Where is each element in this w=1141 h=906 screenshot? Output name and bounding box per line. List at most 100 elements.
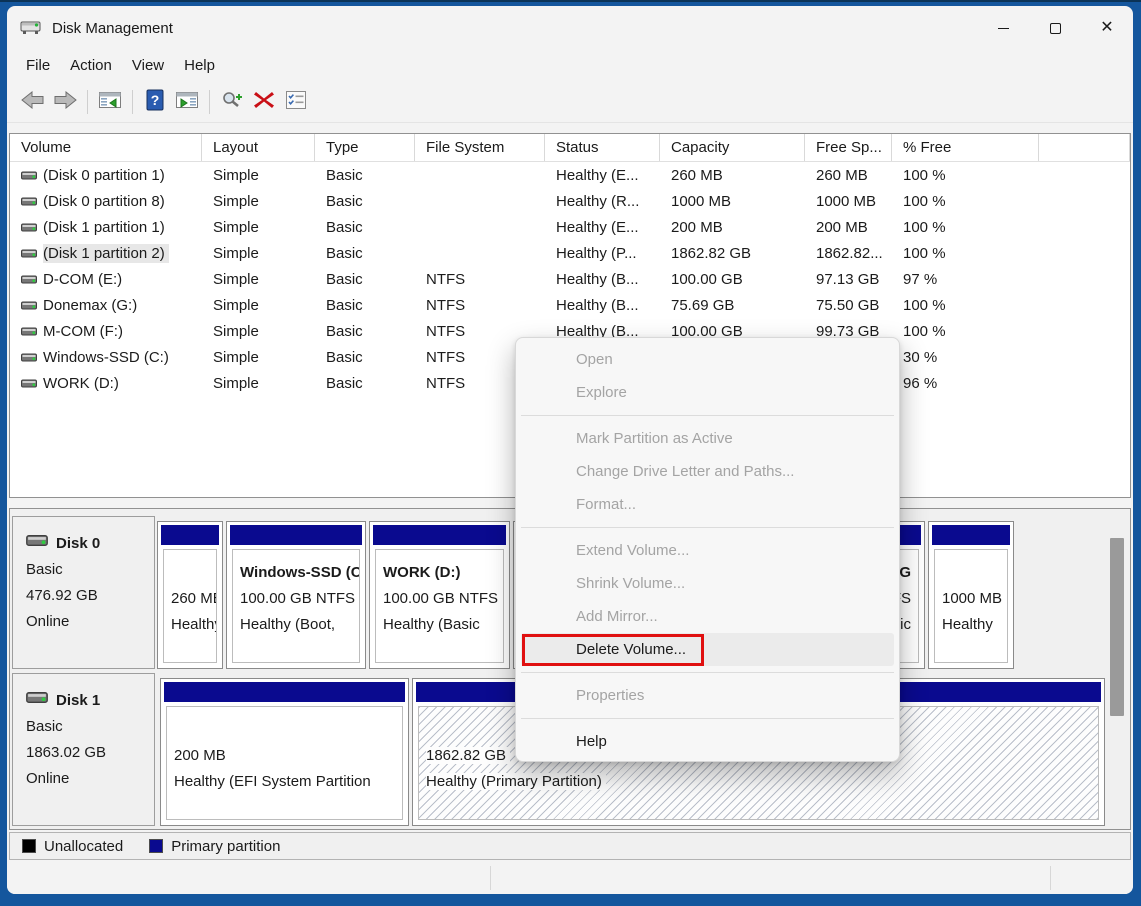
volume-cell: Healthy (R...	[545, 193, 660, 210]
volume-cell: Simple	[202, 167, 315, 184]
partition-text-line: 200 MB	[174, 743, 400, 769]
menu-action[interactable]: Action	[60, 53, 122, 78]
volume-cell: 260 MB	[660, 167, 805, 184]
maximize-button[interactable]	[1029, 6, 1081, 50]
legend-item: Unallocated	[22, 838, 123, 855]
partition-text-line: 260 MB	[171, 586, 214, 612]
volume-cell: Basic	[315, 219, 415, 236]
disk-status: Online	[26, 766, 154, 792]
back-button[interactable]	[17, 87, 49, 117]
partition[interactable]: 260 MBHealthy (	[157, 521, 223, 669]
volume-label: Windows-SSD (C:)	[43, 348, 173, 367]
menu-file[interactable]: File	[16, 53, 60, 78]
legend-item: Primary partition	[149, 838, 280, 855]
disk-icon	[26, 688, 48, 714]
volume-cell: 1862.82...	[805, 245, 892, 262]
column-header-file-system[interactable]: File System	[415, 134, 545, 161]
disk-type: Basic	[26, 557, 154, 583]
volume-cell: NTFS	[415, 297, 545, 314]
volume-row[interactable]: (Disk 0 partition 8)SimpleBasicHealthy (…	[10, 188, 1130, 214]
forward-button[interactable]	[49, 87, 81, 117]
volume-cell: 100 %	[892, 245, 1039, 262]
volume-row[interactable]: (Disk 1 partition 1)SimpleBasicHealthy (…	[10, 214, 1130, 240]
show-console-tree-button[interactable]	[94, 87, 126, 117]
menu-item-open: Open	[521, 343, 894, 376]
volume-name-cell: (Disk 0 partition 8)	[10, 192, 202, 211]
maximize-icon	[1050, 23, 1061, 34]
volume-icon	[21, 326, 37, 337]
help-button[interactable]: ?	[139, 87, 171, 117]
properties-button[interactable]	[280, 87, 312, 117]
checklist-icon	[285, 90, 307, 113]
volume-row[interactable]: (Disk 0 partition 1)SimpleBasicHealthy (…	[10, 162, 1130, 188]
volume-cell: Simple	[202, 349, 315, 366]
column-header-capacity[interactable]: Capacity	[660, 134, 805, 161]
volume-row[interactable]: Donemax (G:)SimpleBasicNTFSHealthy (B...…	[10, 292, 1130, 318]
svg-text:?: ?	[151, 92, 160, 108]
volume-cell: 96 %	[892, 375, 1039, 392]
toolbar-separator	[87, 90, 88, 114]
column-header-layout[interactable]: Layout	[202, 134, 315, 161]
column-header-free-sp-[interactable]: Free Sp...	[805, 134, 892, 161]
delete-button[interactable]	[248, 87, 280, 117]
volume-icon	[21, 170, 37, 181]
volume-name-cell: M-COM (F:)	[10, 322, 202, 341]
partition-info: WORK (D:)100.00 GB NTFSHealthy (Basic	[375, 549, 504, 663]
partition-info: Windows-SSD (C:)100.00 GB NTFSHealthy (B…	[232, 549, 360, 663]
volume-icon	[21, 352, 37, 363]
disk-header-1[interactable]: Disk 1Basic1863.02 GBOnline	[12, 673, 155, 826]
menu-item-help[interactable]: Help	[521, 725, 894, 758]
partition-text-line: Healthy (Primary Partition)	[426, 769, 1096, 795]
red-x-icon	[253, 90, 275, 113]
column-header-filler	[1039, 134, 1130, 161]
partition-color-bar	[932, 525, 1010, 545]
close-button[interactable]: ✕	[1081, 6, 1133, 50]
volume-name-cell: Donemax (G:)	[10, 296, 202, 315]
volume-cell: Simple	[202, 219, 315, 236]
disk-name: Disk 0	[56, 531, 100, 557]
show-action-pane-button[interactable]	[171, 87, 203, 117]
volume-name-cell: (Disk 0 partition 1)	[10, 166, 202, 185]
volume-cell: Basic	[315, 271, 415, 288]
disk-header-0[interactable]: Disk 0Basic476.92 GBOnline	[12, 516, 155, 669]
volume-cell: Basic	[315, 349, 415, 366]
menu-help[interactable]: Help	[174, 53, 225, 78]
volume-cell: Simple	[202, 297, 315, 314]
partition[interactable]: 1000 MBHealthy	[928, 521, 1014, 669]
menu-item-delete-volume[interactable]: Delete Volume...	[521, 633, 894, 666]
volume-cell: 100 %	[892, 167, 1039, 184]
volume-cell: 200 MB	[660, 219, 805, 236]
partition-info: 1000 MBHealthy	[934, 549, 1008, 663]
volume-label: (Disk 1 partition 1)	[43, 218, 169, 237]
disk-size: 1863.02 GB	[26, 740, 154, 766]
menu-item-mark-partition-as-active: Mark Partition as Active	[521, 422, 894, 455]
legend-label: Unallocated	[44, 838, 123, 855]
column-header--free[interactable]: % Free	[892, 134, 1039, 161]
volume-cell: 1000 MB	[660, 193, 805, 210]
volume-cell: Healthy (P...	[545, 245, 660, 262]
column-header-volume[interactable]: Volume	[10, 134, 202, 161]
partition-text-line: Healthy (EFI System Partition	[174, 769, 400, 795]
partition-text-line	[942, 560, 1005, 586]
menu-separator	[516, 521, 899, 534]
magnifier-plus-icon	[220, 90, 244, 113]
column-header-type[interactable]: Type	[315, 134, 415, 161]
partition-text-line: WORK (D:)	[383, 560, 501, 586]
disk-icon	[26, 531, 48, 557]
volume-cell: Healthy (E...	[545, 167, 660, 184]
partition[interactable]: Windows-SSD (C:)100.00 GB NTFSHealthy (B…	[226, 521, 366, 669]
volume-label: (Disk 0 partition 8)	[43, 192, 169, 211]
volume-icon	[21, 196, 37, 207]
partition[interactable]: WORK (D:)100.00 GB NTFSHealthy (Basic	[369, 521, 510, 669]
minimize-button[interactable]	[977, 6, 1029, 50]
menu-view[interactable]: View	[122, 53, 174, 78]
volume-label: D-COM (E:)	[43, 270, 126, 289]
volume-row[interactable]: (Disk 1 partition 2)SimpleBasicHealthy (…	[10, 240, 1130, 266]
volume-label: M-COM (F:)	[43, 322, 127, 341]
volume-cell: 75.69 GB	[660, 297, 805, 314]
rescan-button[interactable]	[216, 87, 248, 117]
partition[interactable]: 200 MBHealthy (EFI System Partition	[160, 678, 409, 826]
menubar: FileActionViewHelp	[7, 50, 1133, 81]
volume-row[interactable]: D-COM (E:)SimpleBasicNTFSHealthy (B...10…	[10, 266, 1130, 292]
column-header-status[interactable]: Status	[545, 134, 660, 161]
